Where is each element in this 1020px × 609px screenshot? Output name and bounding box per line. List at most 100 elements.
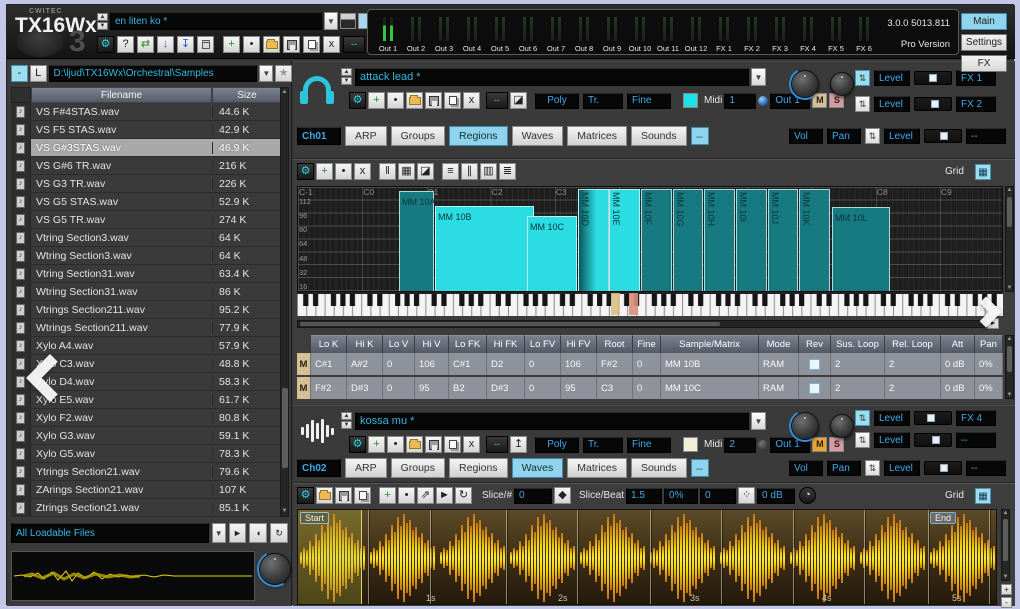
table-column-header[interactable]: Lo FK <box>449 335 487 353</box>
slice-beat-field[interactable]: 1.5 <box>626 487 663 504</box>
group-tab[interactable]: Groups <box>390 126 446 146</box>
performance-select[interactable]: en liten ko * <box>110 12 322 30</box>
grid-toggle-button[interactable]: ▦ <box>975 164 991 180</box>
cell-hi-fade-key[interactable]: D2 <box>487 353 525 375</box>
map-fade-icon[interactable]: ◪ <box>417 163 434 180</box>
table-column-header[interactable]: Lo FV <box>525 335 561 353</box>
performance-spinner[interactable]: ▲ ▼ <box>97 12 108 30</box>
path-dropdown-arrow[interactable]: ▼ <box>259 65 274 82</box>
group-name-field[interactable]: attack lead * <box>355 68 749 86</box>
recycle-icon[interactable]: ⇄ <box>137 36 154 53</box>
group-tab[interactable]: Groups <box>390 458 446 478</box>
file-row[interactable]: ♪ VS G5 STAS.wav 52.9 K <box>11 193 282 211</box>
wave-folder-icon[interactable] <box>316 487 333 504</box>
cell-sus-loop[interactable]: 2 <box>831 353 885 375</box>
row-mute-button[interactable]: M <box>297 353 311 375</box>
file-row[interactable]: ♪ Xylo F2.wav 80.8 K <box>11 409 282 427</box>
wave-copy-icon[interactable] <box>354 487 371 504</box>
scroll-thumb[interactable] <box>1003 519 1008 561</box>
file-list-scrollbar[interactable]: ▲ ▼ <box>280 87 289 517</box>
table-scrollbar[interactable]: ▲ ▼ <box>1005 335 1014 399</box>
send-level-slider[interactable] <box>914 411 952 425</box>
key-region[interactable]: MM 10G <box>673 189 703 291</box>
collapse-browser-button[interactable]: - <box>11 65 28 82</box>
favorite-star-icon[interactable]: ★ <box>275 65 292 82</box>
table-column-header[interactable]: Hi V <box>415 335 449 353</box>
scroll-down-arrow[interactable]: ▼ <box>1002 574 1009 580</box>
send-dest-select[interactable]: FX 1 <box>956 70 996 86</box>
keyboard-focus-icon[interactable]: ↥ <box>510 436 527 453</box>
channel-field[interactable]: Ch02 <box>297 459 341 477</box>
audition-speaker-icon[interactable]: ◖ <box>249 523 268 543</box>
slice-sensitivity-field[interactable]: 0% <box>664 487 699 504</box>
send-dest-select[interactable]: -- <box>966 460 1006 476</box>
group-dash-button[interactable]: -- <box>486 92 508 109</box>
vol-button[interactable]: Vol <box>789 128 823 144</box>
filter-dropdown-arrow[interactable]: ▼ <box>211 523 226 543</box>
file-row[interactable]: ♪ VS G3 TR.wav 226 K <box>11 175 282 193</box>
key-region[interactable]: MM 10I <box>736 189 767 291</box>
key-region[interactable]: MM 10J <box>768 189 798 291</box>
group-color-swatch[interactable] <box>683 437 698 452</box>
file-row[interactable]: ♪ Xylo A4.wav 57.9 K <box>11 337 282 355</box>
file-row[interactable]: ♪ ZArings Section21.wav 107 K <box>11 481 282 499</box>
scroll-up-arrow[interactable]: ▲ <box>1006 187 1013 193</box>
table-column-header[interactable]: Rel. Loop <box>885 335 941 353</box>
cell-hi-key[interactable]: D#3 <box>347 377 383 399</box>
slice-gridline[interactable] <box>506 510 507 604</box>
slice-gridline[interactable] <box>430 510 431 604</box>
file-row[interactable]: ♪ Vtrings Section211.wav 95.2 K <box>11 301 282 319</box>
key-region[interactable]: MM 10C <box>527 216 577 291</box>
cell-fine[interactable]: 0 <box>633 353 661 375</box>
cell-hi-fade-vel[interactable]: 106 <box>561 353 597 375</box>
preview-play-icon[interactable]: ► <box>228 523 247 543</box>
group-tab[interactable]: Sounds <box>630 126 687 146</box>
file-row[interactable]: ♪ Vtring Section3.wav 64 K <box>11 229 282 247</box>
cell-lo-key[interactable]: C#1 <box>311 353 347 375</box>
cell-lo-key[interactable]: F#2 <box>311 377 347 399</box>
file-row[interactable]: ♪ VS F#4STAS.wav 44.6 K <box>11 103 282 121</box>
group-tab[interactable]: ARP <box>345 458 387 478</box>
send-level-button[interactable]: Level <box>874 96 910 112</box>
cell-pan[interactable]: 0% <box>975 353 1003 375</box>
group-folder-icon[interactable] <box>406 436 423 453</box>
collapse-group-button[interactable]: – <box>690 459 709 477</box>
file-row[interactable]: ♪ Ztrings Section21.wav 85.1 K <box>11 499 282 517</box>
slice-gridline[interactable] <box>864 510 865 604</box>
view-bars-icon[interactable]: ∥ <box>461 163 478 180</box>
group-gear-icon[interactable]: ⚙ <box>349 436 366 453</box>
group-tab[interactable]: Regions <box>449 126 508 146</box>
pan-button[interactable]: Pan <box>827 460 861 476</box>
fine-button[interactable]: Fine <box>627 436 671 453</box>
file-row[interactable]: ♪ VS F5 STAS.wav 42.9 K <box>11 121 282 139</box>
filename-column-header[interactable]: Filename <box>31 87 212 103</box>
delete-icon[interactable]: x <box>323 36 340 53</box>
table-column-header[interactable]: Hi K <box>347 335 383 353</box>
open-folder-icon[interactable] <box>263 36 280 53</box>
cell-fine[interactable]: 0 <box>633 377 661 399</box>
view-list-icon[interactable]: ≡ <box>442 163 459 180</box>
group-tab[interactable]: Regions <box>449 458 508 478</box>
cell-root[interactable]: F#2 <box>597 353 633 375</box>
send-level-slider[interactable] <box>924 461 962 475</box>
scroll-up-arrow[interactable]: ▲ <box>281 88 288 97</box>
send-level-button[interactable]: Level <box>874 432 910 448</box>
scroll-thumb[interactable] <box>1007 346 1012 372</box>
settings-gear-icon[interactable]: ⚙ <box>97 36 114 53</box>
start-offset-zone[interactable] <box>298 510 362 604</box>
group-dash-button[interactable]: -- <box>486 436 508 453</box>
cell-mode[interactable]: RAM <box>759 377 799 399</box>
performance-dropdown-arrow[interactable]: ▼ <box>324 12 338 30</box>
table-column-header[interactable]: Sus. Loop <box>831 335 885 353</box>
scroll-down-arrow[interactable]: ▼ <box>1006 285 1013 291</box>
cell-lo-fade-key[interactable]: B2 <box>449 377 487 399</box>
table-column-header[interactable]: Root <box>597 335 633 353</box>
group-delete-icon[interactable]: x <box>463 436 480 453</box>
cell-hi-vel[interactable]: 95 <box>415 377 449 399</box>
cell-hi-key[interactable]: A#2 <box>347 353 383 375</box>
file-row[interactable]: ♪ VS G5 TR.wav 274 K <box>11 211 282 229</box>
snap-button[interactable]: ⁘ <box>738 487 756 504</box>
slice-gridline[interactable] <box>577 510 578 604</box>
send-dest-select[interactable]: FX 4 <box>956 410 996 426</box>
file-row[interactable]: ♪ Wtring Section3.wav 64 K <box>11 247 282 265</box>
